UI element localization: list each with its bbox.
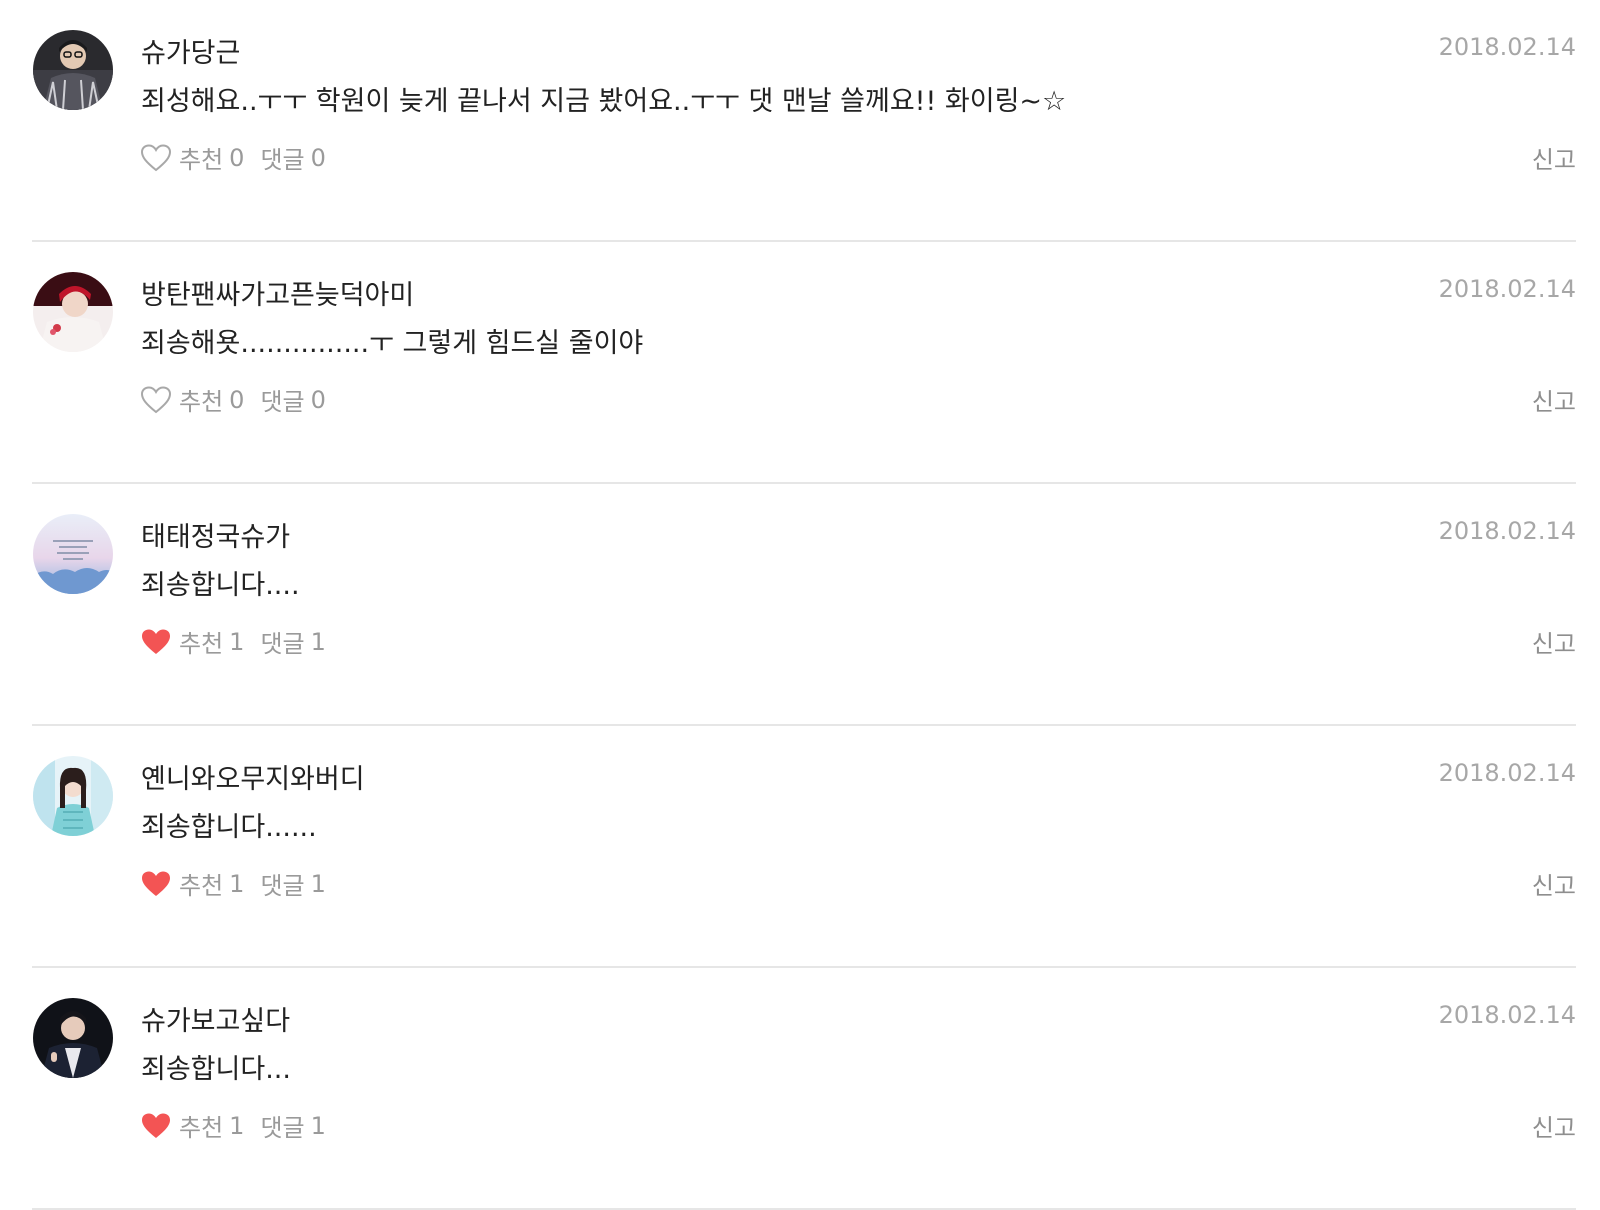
heart-filled-icon[interactable] [141,1112,171,1140]
comment-item: 옌니와오무지와버디 2018.02.14 죄송합니다...... 추천 1 댓글… [0,726,1600,968]
like-label[interactable]: 추천 [179,1108,223,1143]
comment-username[interactable]: 방탄팬싸가고픈늦덕아미 [141,273,414,312]
comment-text: 죄송해욧...............ㅜ 그렇게 힘드실 줄이야 [141,328,644,359]
comment-text: 죄송합니다.... [141,570,300,601]
reply-label[interactable]: 댓글 [260,382,304,417]
like-label[interactable]: 추천 [179,382,223,417]
like-count: 1 [229,1111,245,1140]
avatar[interactable] [33,272,113,352]
avatar[interactable] [33,756,113,836]
like-label[interactable]: 추천 [179,140,223,175]
reply-label[interactable]: 댓글 [260,140,304,175]
avatar[interactable] [33,514,113,594]
comment-username[interactable]: 옌니와오무지와버디 [141,757,365,796]
comment-username[interactable]: 태태정국슈가 [141,515,290,554]
comment-actions: 추천 1 댓글 1 [141,1108,326,1143]
report-button[interactable]: 신고 [1532,140,1576,175]
like-count: 0 [229,143,245,172]
comment-text: 죄송합니다... [141,1054,291,1085]
heart-outline-icon[interactable] [141,385,171,414]
reply-label[interactable]: 댓글 [260,866,304,901]
like-label[interactable]: 추천 [179,866,223,901]
comment-date: 2018.02.14 [1438,275,1576,303]
heart-outline-icon[interactable] [141,143,171,172]
report-button[interactable]: 신고 [1532,382,1576,417]
comment-item: 슈가당근 2018.02.14 죄성해요..ㅜㅜ 학원이 늦게 끝나서 지금 봤… [0,0,1600,242]
reply-label[interactable]: 댓글 [260,1108,304,1143]
comment-actions: 추천 1 댓글 1 [141,866,326,901]
like-label[interactable]: 추천 [179,624,223,659]
reply-count: 1 [310,627,326,656]
comment-username[interactable]: 슈가당근 [141,31,240,70]
comment-actions: 추천 1 댓글 1 [141,624,326,659]
comment-text: 죄성해요..ㅜㅜ 학원이 늦게 끝나서 지금 봤어요..ㅜㅜ 댓 맨날 쓸께요!… [141,86,1067,117]
comment-actions: 추천 0 댓글 0 [141,382,326,417]
comment-username[interactable]: 슈가보고싶다 [141,999,290,1038]
comment-date: 2018.02.14 [1438,33,1576,61]
like-count: 1 [229,869,245,898]
comment-item: 방탄팬싸가고픈늦덕아미 2018.02.14 죄송해욧.............… [0,242,1600,484]
comment-date: 2018.02.14 [1438,1001,1576,1029]
like-count: 1 [229,627,245,656]
reply-count: 1 [310,869,326,898]
comment-text: 죄송합니다...... [141,812,317,843]
comment-actions: 추천 0 댓글 0 [141,140,326,175]
comment-item: 슈가보고싶다 2018.02.14 죄송합니다... 추천 1 댓글 1 신고 [0,968,1600,1210]
report-button[interactable]: 신고 [1532,1108,1576,1143]
reply-count: 0 [310,385,326,414]
heart-filled-icon[interactable] [141,628,171,656]
report-button[interactable]: 신고 [1532,624,1576,659]
comment-date: 2018.02.14 [1438,759,1576,787]
avatar[interactable] [33,998,113,1078]
heart-filled-icon[interactable] [141,870,171,898]
reply-count: 1 [310,1111,326,1140]
comment-date: 2018.02.14 [1438,517,1576,545]
avatar[interactable] [33,30,113,110]
reply-count: 0 [310,143,326,172]
report-button[interactable]: 신고 [1532,866,1576,901]
comment-list: 슈가당근 2018.02.14 죄성해요..ㅜㅜ 학원이 늦게 끝나서 지금 봤… [0,0,1600,1210]
reply-label[interactable]: 댓글 [260,624,304,659]
like-count: 0 [229,385,245,414]
comment-item: 태태정국슈가 2018.02.14 죄송합니다.... 추천 1 댓글 1 신고 [0,484,1600,726]
